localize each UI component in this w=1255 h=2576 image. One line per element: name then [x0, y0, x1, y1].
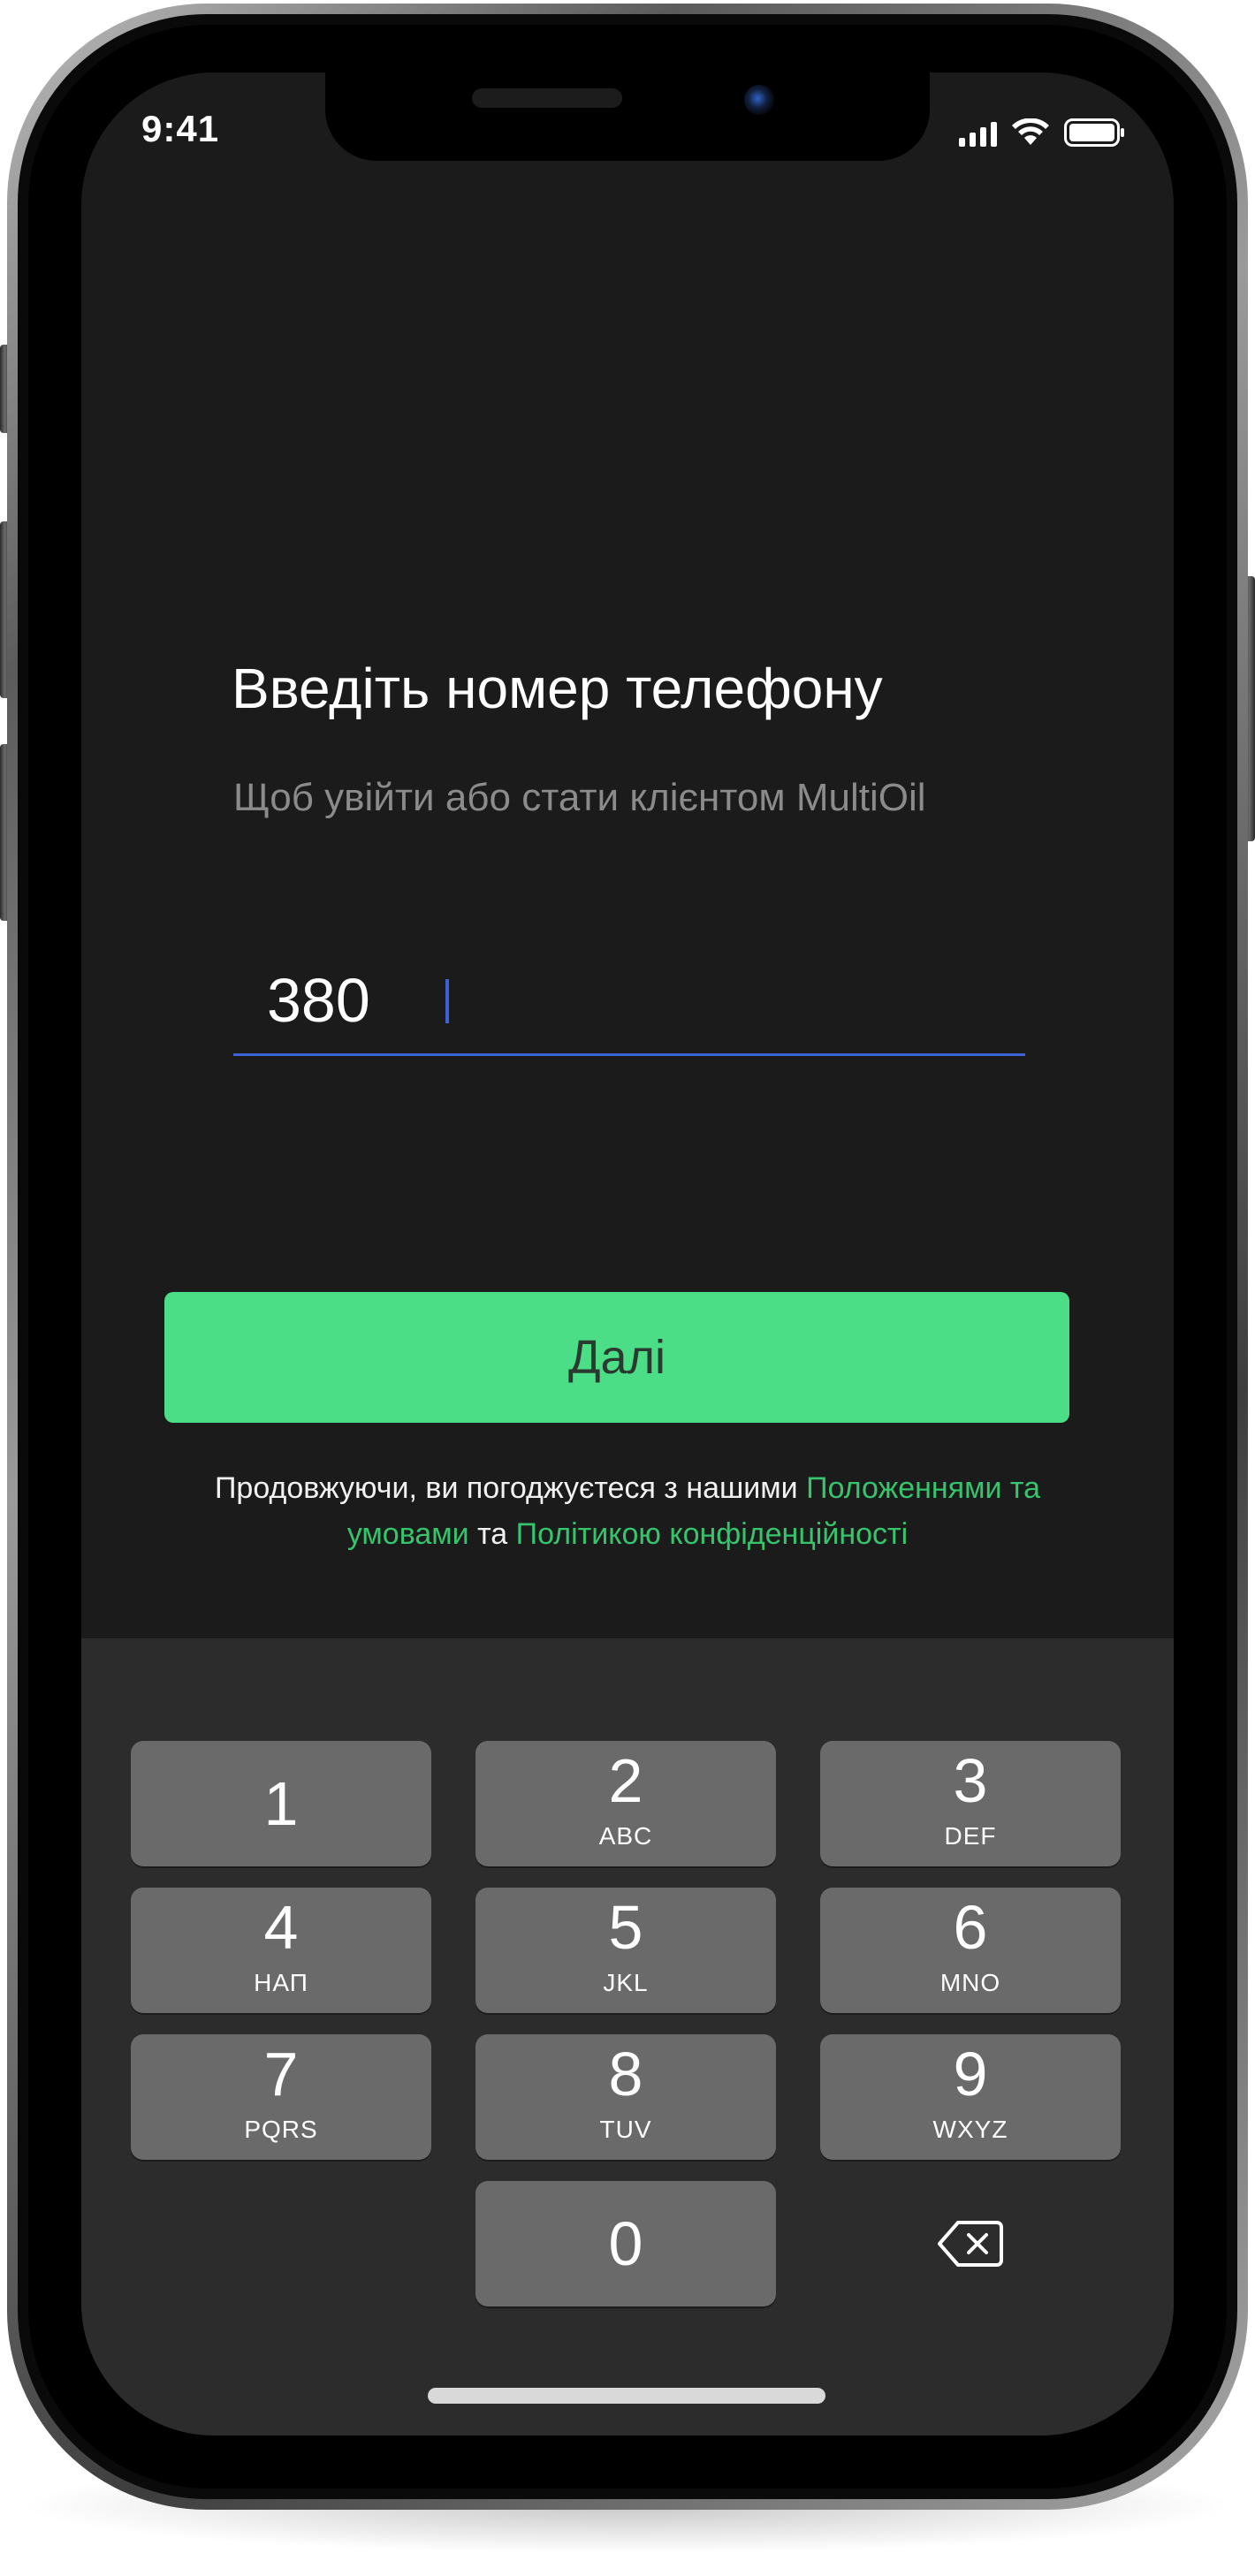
key-digit: 3	[953, 1746, 988, 1815]
battery-icon	[1064, 118, 1124, 147]
key-digit: 5	[608, 1893, 643, 1962]
key-digit: 0	[608, 2209, 643, 2278]
next-button[interactable]: Далі	[164, 1292, 1069, 1423]
phone-screen: 9:41 Введіть номер телефону Щоб увійти а…	[81, 72, 1174, 2435]
numeric-keypad: 1 2 ABC 3 DEF 4 НАП 5 JKL 6 MNO 7 PQRS 8…	[81, 1638, 1174, 2435]
notch	[325, 72, 930, 161]
legal-text: Продовжуючи, ви погоджуєтеся з нашими	[214, 1471, 807, 1505]
key-8[interactable]: 8 TUV	[475, 2034, 776, 2160]
key-letters: НАП	[254, 1969, 308, 1996]
key-digit: 8	[608, 2040, 643, 2109]
wifi-icon	[1012, 118, 1049, 145]
status-time: 9:41	[141, 108, 220, 149]
backspace-icon	[938, 2221, 1003, 2267]
phone-number-value: 380	[267, 966, 370, 1035]
status-icons	[959, 111, 1126, 147]
key-6[interactable]: 6 MNO	[820, 1888, 1121, 2013]
phone-number-field[interactable]: 380	[233, 938, 1025, 1056]
key-0[interactable]: 0	[475, 2181, 776, 2306]
key-letters: PQRS	[244, 2116, 318, 2143]
key-letters: JKL	[603, 1969, 649, 1996]
key-digit: 7	[263, 2040, 299, 2109]
key-letters: DEF	[944, 1822, 997, 1850]
key-digit: 6	[953, 1893, 988, 1962]
privacy-policy-link[interactable]: Політикою конфіденційності	[516, 1517, 909, 1551]
key-letters: ABC	[598, 1822, 653, 1850]
legal-notice: Продовжуючи, ви погоджуєтеся з нашими По…	[152, 1465, 1103, 1557]
earpiece-speaker	[472, 88, 622, 108]
device-mockup: 9:41 Введіть номер телефону Щоб увійти а…	[0, 0, 1255, 2576]
key-digit: 9	[953, 2040, 988, 2109]
legal-conjunction: та	[468, 1517, 516, 1551]
key-letters: TUV	[599, 2116, 652, 2143]
key-4[interactable]: 4 НАП	[131, 1888, 431, 2013]
key-2[interactable]: 2 ABC	[475, 1741, 776, 1866]
key-9[interactable]: 9 WXYZ	[820, 2034, 1121, 2160]
key-5[interactable]: 5 JKL	[475, 1888, 776, 2013]
home-indicator[interactable]	[428, 2388, 825, 2404]
cellular-signal-icon	[959, 120, 997, 147]
page-title: Введіть номер телефону	[232, 657, 883, 720]
key-letters: MNO	[939, 1969, 1001, 1996]
page-subtitle: Щоб увійти або стати клієнтом MultiOil	[233, 776, 926, 819]
text-caret	[445, 979, 449, 1023]
key-digit: 2	[608, 1746, 643, 1815]
front-camera	[744, 85, 774, 115]
key-3[interactable]: 3 DEF	[820, 1741, 1121, 1866]
key-1[interactable]: 1	[131, 1741, 431, 1866]
delete-key[interactable]	[820, 2181, 1121, 2306]
key-digit: 4	[263, 1893, 299, 1962]
key-7[interactable]: 7 PQRS	[131, 2034, 431, 2160]
key-letters: WXYZ	[932, 2116, 1008, 2143]
key-digit: 1	[263, 1769, 299, 1838]
